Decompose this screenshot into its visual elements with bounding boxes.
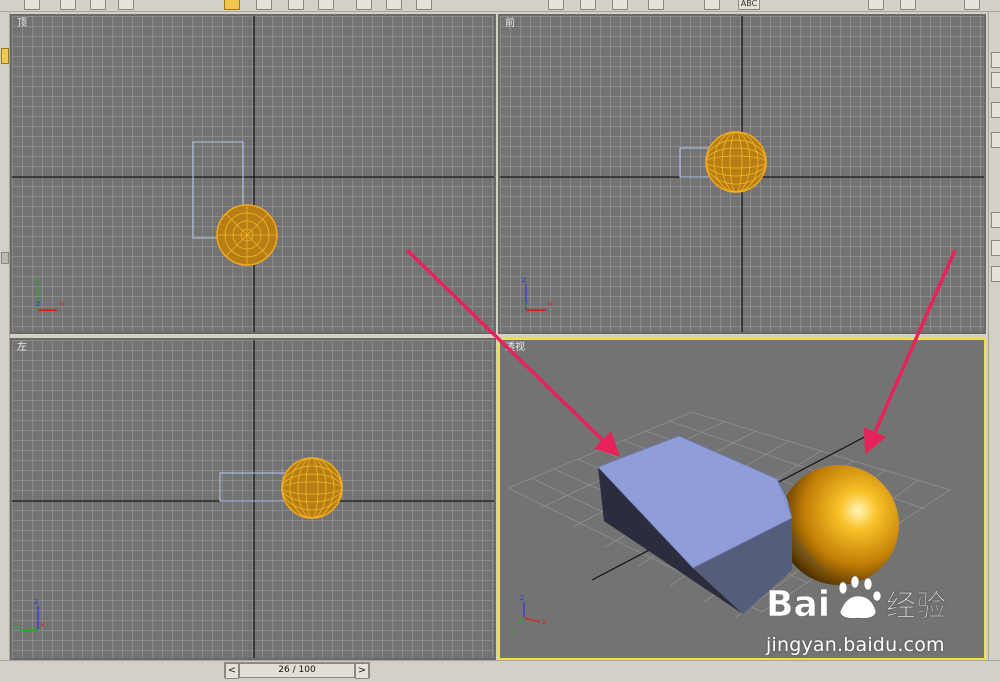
gizmo-y-label: y <box>524 299 529 308</box>
spinner-snap-icon[interactable] <box>612 0 628 10</box>
strip-handle-icon[interactable] <box>1 252 9 264</box>
viewport-front-scene: z x y <box>500 16 984 332</box>
axis-gizmo-left: z y x <box>14 597 45 631</box>
curve-editor-icon[interactable] <box>868 0 884 10</box>
viewport-top-scene: y x z <box>12 16 494 332</box>
viewport-label-top[interactable]: 顶 <box>17 18 27 30</box>
schematic-view-icon[interactable] <box>900 0 916 10</box>
render-icon[interactable] <box>964 0 980 10</box>
viewport-label-front[interactable]: 前 <box>505 18 515 30</box>
command-panel-tab[interactable] <box>991 52 1000 68</box>
named-selection-icon[interactable]: ABC <box>738 0 760 10</box>
baidu-logo: Bai 经验 <box>766 575 946 625</box>
sphere-shaded[interactable] <box>776 465 899 585</box>
gizmo-x-label: x <box>40 620 45 629</box>
bind-warp-icon[interactable] <box>118 0 134 10</box>
gizmo-y-label: y <box>510 625 515 634</box>
viewport-front[interactable]: 前 z x y <box>498 14 986 334</box>
baidu-jingyan-watermark: Bai 经验 jingyan.baidu.com <box>762 568 952 656</box>
align-view-icon[interactable] <box>648 0 664 10</box>
gizmo-z-label: z <box>34 597 38 606</box>
command-panel-tab[interactable] <box>991 212 1000 228</box>
viewport-label-left[interactable]: 左 <box>17 342 27 354</box>
sphere-wireframe[interactable] <box>705 131 767 193</box>
active-layer-marker[interactable] <box>1 48 9 64</box>
frame-counter[interactable]: 26 / 100 <box>239 663 355 678</box>
axis-gizmo-perspective: z x y <box>510 593 547 634</box>
gizmo-z-label: z <box>520 593 524 602</box>
gizmo-z-label: z <box>522 275 526 284</box>
rect-region-icon[interactable] <box>288 0 304 10</box>
svg-text:Bai: Bai <box>766 584 830 625</box>
left-tool-strip <box>0 12 10 660</box>
layer-manager-icon[interactable] <box>704 0 720 10</box>
scale-icon[interactable] <box>416 0 432 10</box>
time-slider-bar: < 26 / 100 > <box>0 660 1000 682</box>
align-icon[interactable] <box>580 0 596 10</box>
prev-frame-button[interactable]: < <box>225 663 239 679</box>
command-panel-tab[interactable] <box>991 266 1000 282</box>
sphere-wireframe[interactable] <box>216 204 278 266</box>
undo-icon[interactable] <box>24 0 40 10</box>
command-panel-tab[interactable] <box>991 102 1000 118</box>
move-icon[interactable] <box>356 0 372 10</box>
gizmo-x-label: x <box>542 617 547 626</box>
axis-gizmo-front: z x y <box>522 275 553 311</box>
gizmo-x-label: x <box>60 299 65 308</box>
viewport-label-perspective[interactable]: 透视 <box>505 342 525 354</box>
rotate-icon[interactable] <box>386 0 402 10</box>
command-panel-tab[interactable] <box>991 72 1000 88</box>
axis-gizmo-top: y x z <box>34 275 65 311</box>
viewport-top[interactable]: 顶 y x z <box>10 14 496 334</box>
viewport-left-scene: z y x <box>12 340 494 658</box>
gizmo-x-label: x <box>548 299 553 308</box>
command-panel-tab[interactable] <box>991 132 1000 148</box>
svg-text:经验: 经验 <box>886 589 946 624</box>
command-panel-edge <box>988 12 1000 660</box>
named-selection-label: ABC <box>740 0 758 8</box>
window-crossing-icon[interactable] <box>318 0 334 10</box>
viewport-left[interactable]: 左 z y x <box>10 338 496 660</box>
sphere-wireframe[interactable] <box>281 457 343 519</box>
watermark-url: jingyan.baidu.com <box>766 634 945 656</box>
select-object-icon[interactable] <box>224 0 240 10</box>
gizmo-z-label: z <box>36 299 40 308</box>
select-by-name-icon[interactable] <box>256 0 272 10</box>
gizmo-y-label: y <box>14 620 19 629</box>
next-frame-button[interactable]: > <box>355 663 369 679</box>
command-panel-tab[interactable] <box>991 240 1000 256</box>
mirror-icon[interactable] <box>548 0 564 10</box>
main-toolbar: ABC <box>0 0 1000 12</box>
link-icon[interactable] <box>60 0 76 10</box>
time-slider[interactable]: < 26 / 100 > <box>224 662 370 679</box>
unlink-icon[interactable] <box>90 0 106 10</box>
gizmo-y-label: y <box>34 275 39 284</box>
